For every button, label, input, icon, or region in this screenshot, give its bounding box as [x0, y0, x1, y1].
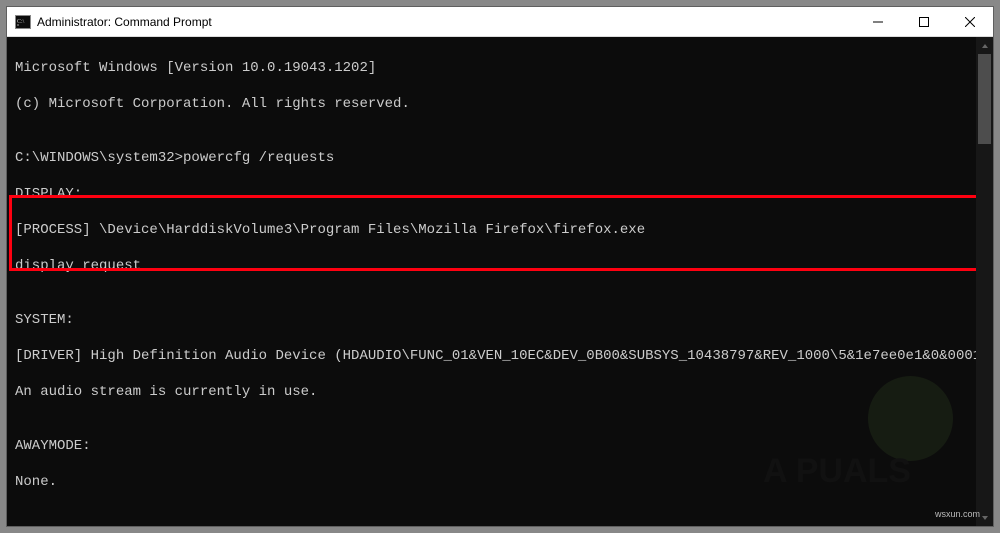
output-line: SYSTEM: [15, 311, 976, 329]
maximize-button[interactable] [901, 7, 947, 36]
output-line: AWAYMODE: [15, 437, 976, 455]
console-area: Microsoft Windows [Version 10.0.19043.12… [7, 37, 993, 526]
svg-text:C:\: C:\ [17, 19, 25, 25]
close-button[interactable] [947, 7, 993, 36]
output-line: An audio stream is currently in use. [15, 383, 976, 401]
scroll-up-arrow[interactable] [976, 37, 993, 54]
output-line: [PROCESS] \Device\HarddiskVolume3\Progra… [15, 221, 976, 239]
console-output[interactable]: Microsoft Windows [Version 10.0.19043.12… [7, 37, 976, 526]
scroll-thumb[interactable] [978, 54, 991, 144]
vertical-scrollbar[interactable] [976, 37, 993, 526]
footer-credit: wsxun.com [935, 509, 980, 519]
minimize-button[interactable] [855, 7, 901, 36]
window-title: Administrator: Command Prompt [37, 15, 212, 29]
output-line: DISPLAY: [15, 185, 976, 203]
prompt-line: C:\WINDOWS\system32>powercfg /requests [15, 149, 976, 167]
output-line: Microsoft Windows [Version 10.0.19043.12… [15, 59, 976, 77]
output-line: None. [15, 473, 976, 491]
output-line: [DRIVER] High Definition Audio Device (H… [15, 347, 976, 365]
command-prompt-window: C:\ Administrator: Command Prompt Micros… [7, 7, 993, 526]
output-line: (c) Microsoft Corporation. All rights re… [15, 95, 976, 113]
output-line: display request [15, 257, 976, 275]
cmd-icon: C:\ [15, 14, 31, 30]
window-controls [855, 7, 993, 36]
titlebar[interactable]: C:\ Administrator: Command Prompt [7, 7, 993, 37]
